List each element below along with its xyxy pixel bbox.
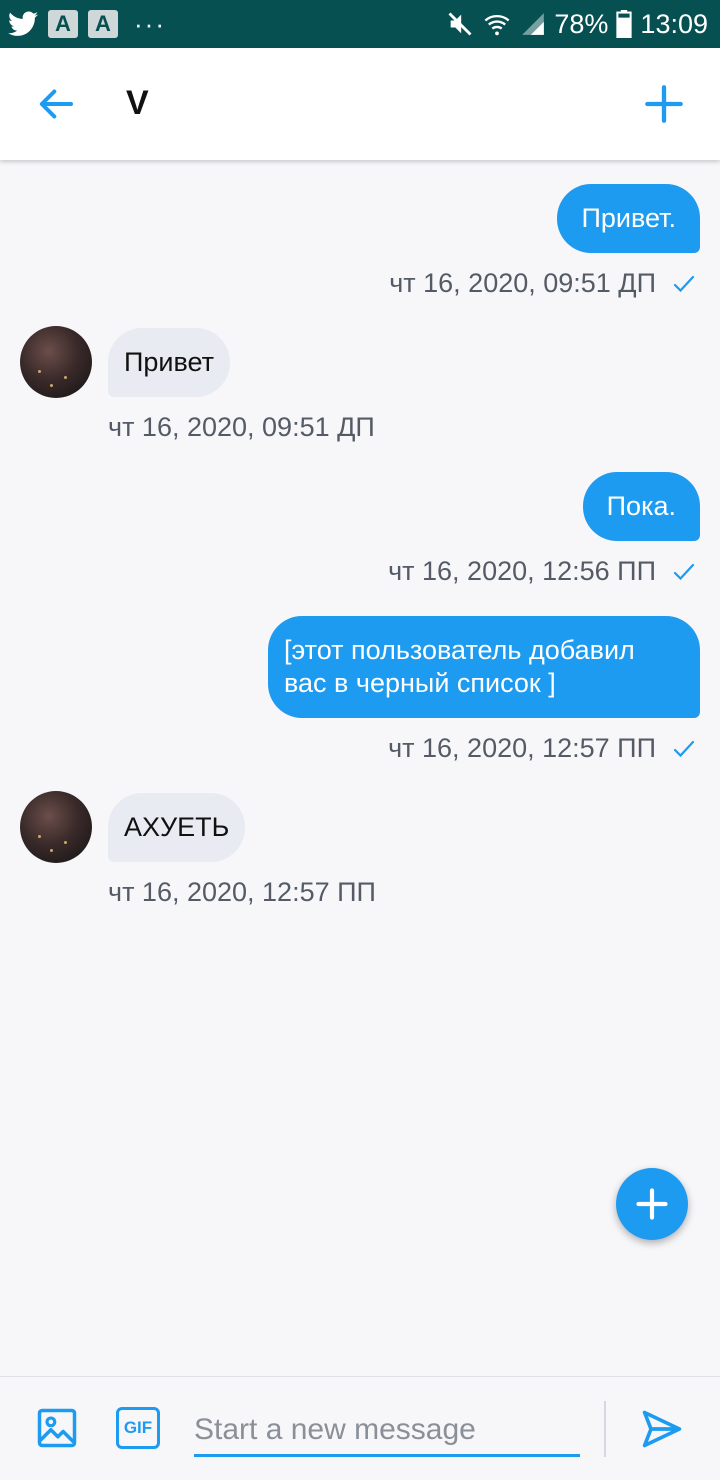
read-check-icon [673,563,695,581]
outgoing-message-bubble[interactable]: [этот пользователь добавил вас в черный … [268,616,700,718]
message-timestamp: чт 16, 2020, 12:57 ПП [388,733,656,763]
back-button[interactable] [36,84,76,124]
mute-icon [448,12,472,36]
outgoing-message-bubble[interactable]: Привет. [557,184,700,253]
composer-divider [604,1401,606,1457]
send-button[interactable] [640,1407,684,1451]
outgoing-message-bubble[interactable]: Пока. [582,472,700,541]
incoming-message-bubble[interactable]: Привет [108,328,231,397]
wifi-icon [484,14,510,36]
avatar[interactable] [20,326,92,398]
conversation-title: V [126,84,149,122]
clock: 13:09 [640,8,708,39]
message-timestamp: чт 16, 2020, 12:57 ПП [108,877,376,907]
battery-percent: 78% [554,8,609,39]
message-timestamp: чт 16, 2020, 12:56 ПП [388,556,656,586]
a-app-icon: A [88,10,118,38]
read-check-icon [673,275,695,293]
battery-icon [616,10,633,38]
message-timestamp: чт 16, 2020, 09:51 ДП [108,412,375,442]
message-timestamp: чт 16, 2020, 09:51 ДП [389,268,656,298]
image-button[interactable] [36,1407,78,1449]
message-input[interactable] [194,1405,580,1457]
plus-icon [636,1188,668,1220]
status-bar-system: 78% 13:09 [446,8,708,40]
add-participant-button[interactable] [644,84,684,124]
more-icon: ··· [134,8,166,39]
status-bar: A A ··· 78% 13:09 [0,0,720,48]
conversation-header: V [0,48,720,160]
gif-button[interactable]: GIF [116,1407,160,1449]
status-bar-notifications: A A ··· [8,8,166,40]
message-composer: GIF [0,1376,720,1480]
incoming-message-bubble[interactable]: АХУЕТЬ [108,793,246,862]
signal-icon [522,13,545,35]
twitter-icon [8,11,38,36]
compose-fab-button[interactable] [616,1168,688,1240]
read-check-icon [673,740,695,758]
a-app-icon: A [48,10,78,38]
avatar[interactable] [20,791,92,863]
